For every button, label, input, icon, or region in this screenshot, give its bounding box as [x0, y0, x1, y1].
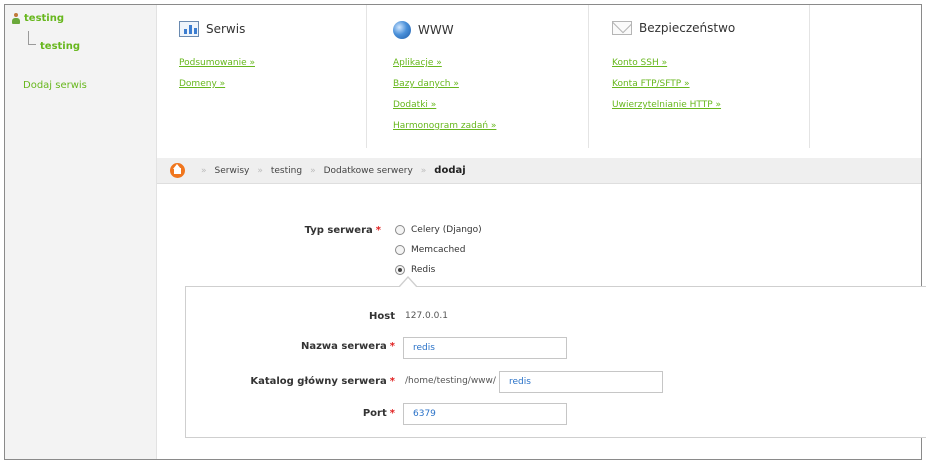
breadcrumb-separator: » — [420, 165, 427, 176]
user-icon — [11, 13, 21, 24]
root-dir-prefix: /home/testing/www/ — [405, 376, 496, 386]
home-icon[interactable] — [170, 163, 185, 178]
required-mark: * — [389, 376, 395, 387]
panel-pointer — [398, 276, 418, 288]
port-input[interactable]: 6379 — [403, 403, 567, 425]
menu-column-serwis: Serwis Podsumowanie » Domeny » — [179, 5, 367, 148]
required-mark: * — [389, 341, 395, 352]
breadcrumb: » Serwisy » testing » Dodatkowe serwery … — [157, 158, 921, 184]
menu-link-uwierzytelnianie-http[interactable]: Uwierzytelnianie HTTP » — [612, 100, 721, 110]
menu-link-konta-ftp[interactable]: Konta FTP/SFTP » — [612, 79, 690, 89]
envelope-icon — [612, 21, 632, 35]
menu-link-bazy-danych[interactable]: Bazy danych » — [393, 79, 459, 89]
menu-link-harmonogram[interactable]: Harmonogram zadań » — [393, 121, 496, 131]
tree-root-item[interactable]: testing — [11, 13, 64, 24]
menu-header-www: WWW — [393, 21, 454, 39]
radio-button[interactable] — [395, 225, 405, 235]
host-value: 127.0.0.1 — [405, 311, 448, 321]
radio-label: Celery (Django) — [411, 225, 482, 235]
menu-header-bezpieczenstwo: Bezpieczeństwo — [612, 21, 735, 35]
radio-label: Memcached — [411, 245, 466, 255]
menu-link-domeny[interactable]: Domeny » — [179, 79, 225, 89]
globe-icon — [393, 21, 411, 39]
required-mark: * — [375, 225, 381, 236]
menu-link-aplikacje[interactable]: Aplikacje » — [393, 58, 442, 68]
port-label-text: Port — [362, 408, 387, 419]
server-name-input[interactable]: redis — [403, 337, 567, 359]
required-mark: * — [389, 408, 395, 419]
port-label: Port * — [363, 408, 395, 419]
radio-button[interactable] — [395, 245, 405, 255]
radio-option-redis[interactable]: Redis — [395, 265, 435, 275]
menu-column-www: WWW Aplikacje » Bazy danych » Dodatki » … — [393, 5, 589, 148]
add-service-link[interactable]: Dodaj serwis — [23, 80, 87, 91]
radio-option-memcached[interactable]: Memcached — [395, 245, 465, 255]
menu-title: Bezpieczeństwo — [639, 21, 736, 35]
breadcrumb-separator: » — [310, 165, 316, 176]
menu-header-serwis: Serwis — [179, 21, 245, 37]
sidebar: testing testing Dodaj serwis — [5, 5, 157, 459]
server-name-label-text: Nazwa serwera — [300, 341, 387, 352]
breadcrumb-separator: » — [257, 165, 263, 176]
host-label: Host — [369, 311, 395, 322]
server-root-dir-label-text: Katalog główny serwera — [250, 376, 387, 387]
menu-link-dodatki[interactable]: Dodatki » — [393, 100, 436, 110]
breadcrumb-item-dodatkowe-serwery[interactable]: Dodatkowe serwery — [324, 166, 413, 176]
radio-label: Redis — [411, 265, 436, 275]
top-menu: Serwis Podsumowanie » Domeny » WWW Aplik… — [157, 5, 921, 148]
menu-link-podsumowanie[interactable]: Podsumowanie » — [179, 58, 255, 68]
menu-link-konto-ssh[interactable]: Konto SSH » — [612, 58, 667, 68]
tree-root-label: testing — [24, 13, 64, 24]
server-type-label: Typ serwera * — [305, 225, 381, 236]
breadcrumb-item-testing[interactable]: testing — [271, 166, 302, 176]
tree-connector — [28, 31, 36, 45]
server-root-dir-input[interactable]: redis — [499, 371, 663, 393]
breadcrumb-item-serwisy[interactable]: Serwisy — [215, 166, 250, 176]
tree-child-item[interactable]: testing — [40, 41, 80, 52]
server-type-label-text: Typ serwera — [304, 225, 373, 236]
server-name-label: Nazwa serwera * — [301, 341, 395, 352]
server-root-dir-label: Katalog główny serwera * — [250, 376, 395, 387]
breadcrumb-current: dodaj — [434, 165, 466, 176]
chart-icon — [179, 21, 199, 37]
radio-option-celery[interactable]: Celery (Django) — [395, 225, 482, 235]
breadcrumb-separator: » — [201, 165, 207, 176]
menu-title: Serwis — [206, 22, 246, 36]
menu-title: WWW — [418, 23, 454, 37]
radio-button-selected[interactable] — [395, 265, 405, 275]
menu-column-bezpieczenstwo: Bezpieczeństwo Konto SSH » Konta FTP/SFT… — [612, 5, 810, 148]
